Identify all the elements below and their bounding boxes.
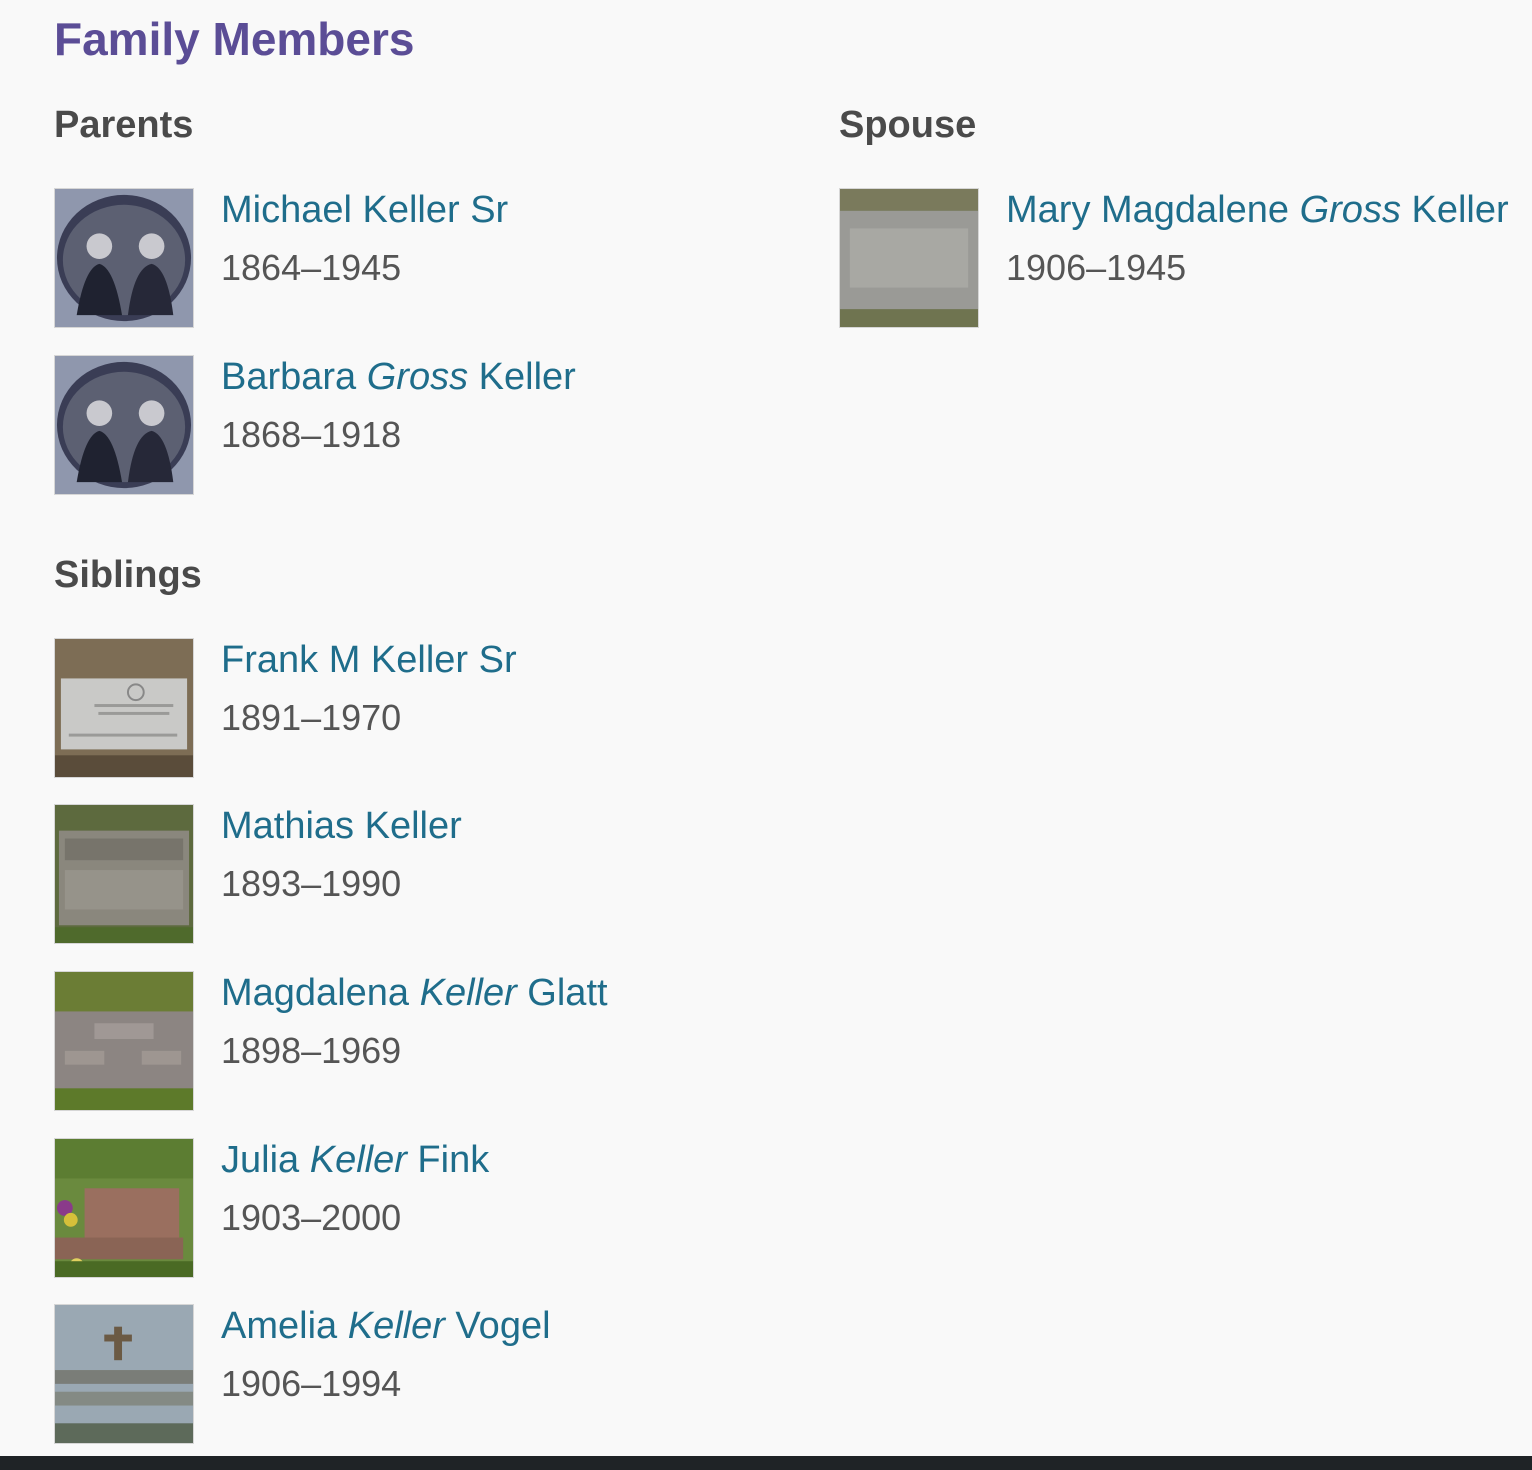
double-headstone-image xyxy=(55,1305,193,1443)
memorial-photo[interactable] xyxy=(54,188,194,328)
couple-portrait-image xyxy=(55,356,193,494)
bottom-bar xyxy=(0,1456,1532,1470)
person-years: 1868–1918 xyxy=(221,414,402,455)
person-years: 1906–1945 xyxy=(1006,247,1187,288)
page-title: Family Members xyxy=(54,13,415,65)
person-card-julia-keller-fink[interactable]: Julia Keller Fink 1903–2000 xyxy=(54,1138,754,1280)
grave-marker-image xyxy=(840,189,978,327)
memorial-photo[interactable] xyxy=(54,804,194,944)
siblings-heading: Siblings xyxy=(54,554,202,596)
spouse-heading: Spouse xyxy=(839,104,977,146)
person-card-barbara-gross-keller[interactable]: Barbara Gross Keller 1868–1918 xyxy=(54,355,754,497)
couple-portrait-image xyxy=(55,189,193,327)
person-years: 1864–1945 xyxy=(221,247,402,288)
grave-marker-image xyxy=(55,805,193,943)
person-card-mary-magdalene-gross-keller[interactable]: Mary Magdalene Gross Keller 1906–1945 xyxy=(839,188,1532,330)
person-card-michael-keller-sr[interactable]: Michael Keller Sr 1864–1945 xyxy=(54,188,754,330)
parents-heading: Parents xyxy=(54,104,194,146)
military-headstone-image xyxy=(55,639,193,777)
person-years: 1898–1969 xyxy=(221,1030,402,1071)
person-name-link[interactable]: Mary Magdalene Gross Keller xyxy=(1006,188,1509,232)
person-name-link[interactable]: Mathias Keller xyxy=(221,804,462,848)
memorial-photo[interactable] xyxy=(54,638,194,778)
person-card-frank-m-keller-sr[interactable]: Frank M Keller Sr 1891–1970 xyxy=(54,638,754,780)
memorial-photo[interactable] xyxy=(839,188,979,328)
person-name-link[interactable]: Barbara Gross Keller xyxy=(221,355,576,399)
person-name-link[interactable]: Magdalena Keller Glatt xyxy=(221,971,608,1015)
person-years: 1906–1994 xyxy=(221,1363,402,1404)
memorial-photo[interactable] xyxy=(54,1304,194,1444)
memorial-photo[interactable] xyxy=(54,971,194,1111)
person-card-mathias-keller[interactable]: Mathias Keller 1893–1990 xyxy=(54,804,754,946)
person-years: 1903–2000 xyxy=(221,1197,402,1238)
person-card-magdalena-keller-glatt[interactable]: Magdalena Keller Glatt 1898–1969 xyxy=(54,971,754,1113)
headstone-image xyxy=(55,972,193,1110)
person-years: 1893–1990 xyxy=(221,863,402,904)
memorial-photo[interactable] xyxy=(54,355,194,495)
person-name-link[interactable]: Amelia Keller Vogel xyxy=(221,1304,551,1348)
person-card-amelia-keller-vogel[interactable]: Amelia Keller Vogel 1906–1994 xyxy=(54,1304,754,1446)
person-name-link[interactable]: Michael Keller Sr xyxy=(221,188,508,232)
memorial-photo[interactable] xyxy=(54,1138,194,1278)
person-name-link[interactable]: Frank M Keller Sr xyxy=(221,638,517,682)
person-years: 1891–1970 xyxy=(221,697,402,738)
headstone-with-flowers-image xyxy=(55,1139,193,1277)
person-name-link[interactable]: Julia Keller Fink xyxy=(221,1138,489,1182)
